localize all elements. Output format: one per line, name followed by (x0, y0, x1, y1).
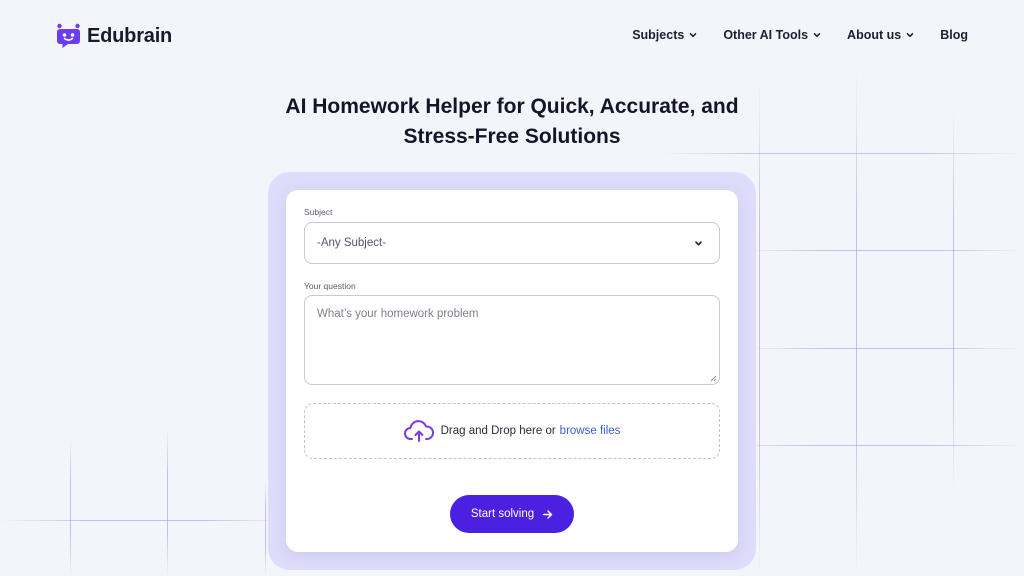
subject-select-value: -Any Subject- (317, 237, 387, 249)
nav-item-subjects[interactable]: Subjects (632, 28, 697, 42)
subject-label: Subject (304, 207, 333, 217)
subject-select[interactable]: -Any Subject- (304, 222, 720, 264)
page-title-line-1: AI Homework Helper for Quick, Accurate, … (285, 95, 739, 118)
browse-files-link[interactable]: browse files (560, 425, 621, 437)
main-nav: Subjects Other AI Tools About us Blog (632, 28, 968, 42)
nav-item-blog[interactable]: Blog (940, 28, 968, 42)
nav-item-about-us[interactable]: About us (847, 28, 914, 42)
nav-item-label: Subjects (632, 28, 685, 42)
arrow-right-icon (542, 509, 553, 519)
grid-line (265, 480, 266, 576)
grid-line (167, 430, 168, 576)
site-header: Edubrain Subjects Other AI Tools About u… (0, 0, 1024, 70)
grid-line (740, 250, 1024, 251)
homework-form-card: Subject -Any Subject- Your question What… (286, 190, 738, 552)
nav-item-label: Blog (940, 28, 968, 42)
chevron-down-icon (690, 33, 697, 38)
robot-chat-logo-icon (57, 23, 80, 48)
brand-logo[interactable]: Edubrain (56, 23, 172, 49)
start-solving-label: Start solving (470, 508, 535, 520)
grid-line (720, 445, 1024, 446)
nav-item-label: Other AI Tools (723, 28, 809, 42)
chevron-down-icon (813, 33, 821, 38)
question-textarea[interactable]: What’s your homework problem (304, 295, 720, 385)
chevron-down-icon (695, 241, 702, 246)
resize-grip-icon[interactable] (710, 375, 717, 382)
chevron-down-icon (906, 33, 914, 38)
brand-name: Edubrain (87, 24, 173, 47)
dropzone-text: Drag and Drop here or (440, 425, 556, 437)
nav-item-label: About us (847, 28, 902, 42)
question-placeholder: What’s your homework problem (317, 308, 479, 320)
grid-line (740, 348, 1024, 349)
grid-line (660, 153, 1024, 154)
question-label: Your question (304, 281, 356, 291)
grid-line (953, 110, 954, 490)
file-dropzone[interactable]: Drag and Drop here or browse files (304, 403, 720, 459)
page-title-line-2: Stress-Free Solutions (403, 125, 621, 148)
page-title: AI Homework Helper for Quick, Accurate, … (0, 92, 1024, 152)
grid-line (70, 440, 71, 576)
grid-line (759, 80, 760, 576)
nav-item-other-ai-tools[interactable]: Other AI Tools (723, 28, 821, 42)
start-solving-button[interactable]: Start solving (450, 495, 574, 533)
grid-line (0, 520, 290, 521)
cloud-upload-icon (403, 420, 434, 442)
